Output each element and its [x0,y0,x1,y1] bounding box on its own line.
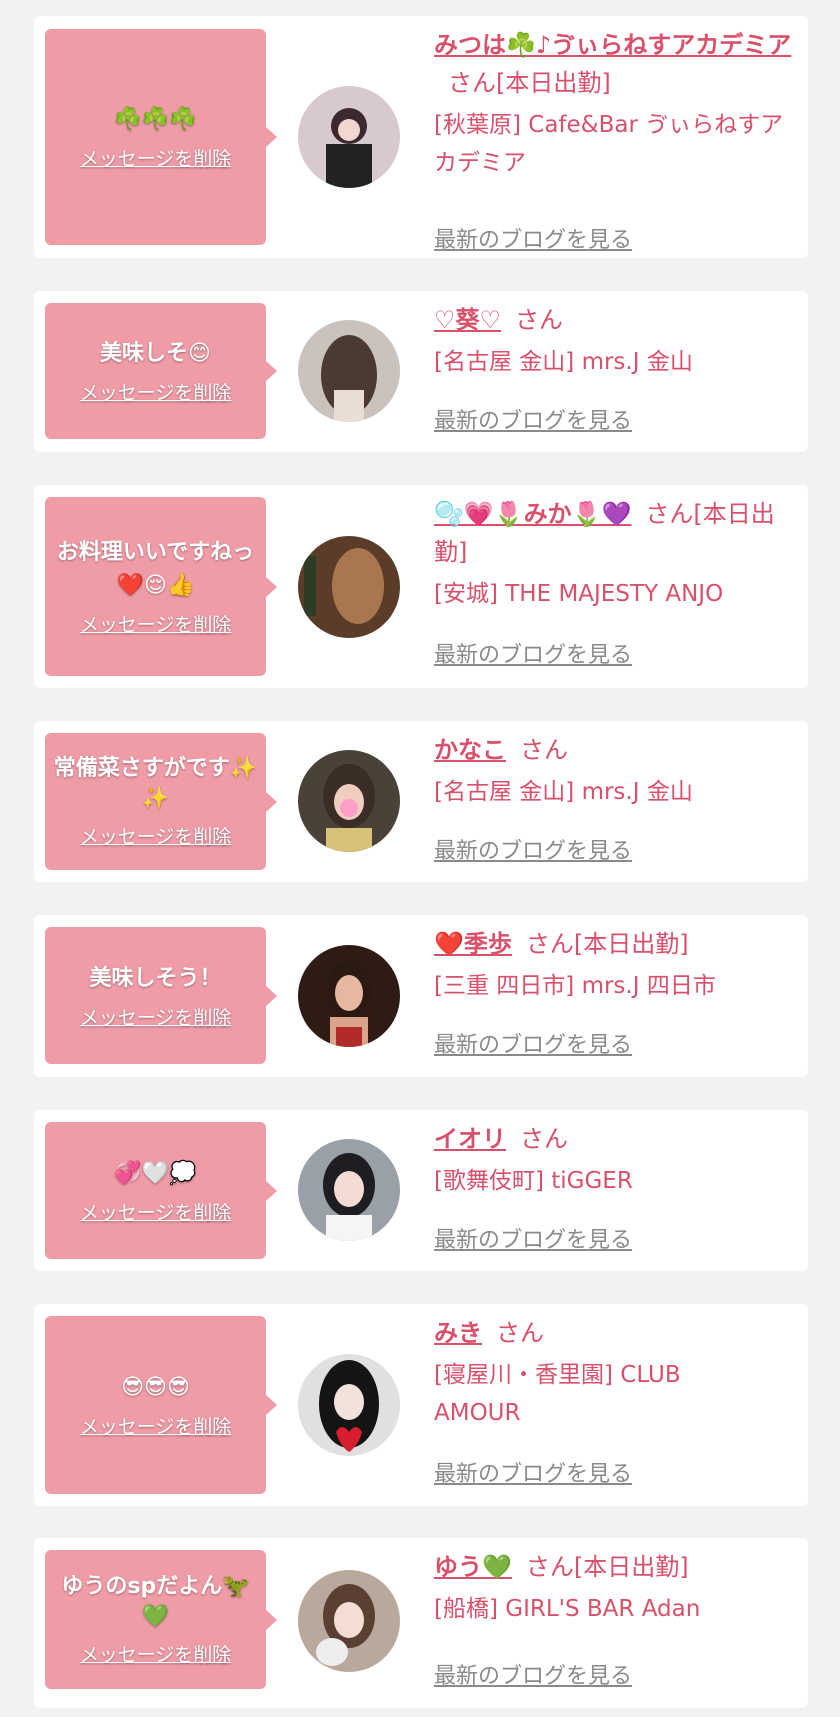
delete-message-link[interactable]: メッセージを削除 [80,610,232,637]
delete-message-link[interactable]: メッセージを削除 [80,1412,232,1439]
message-card: 常備菜さすがです✨✨ メッセージを削除 かなこ さん [名古屋 金山] mrs.J… [34,721,808,882]
cast-name-link[interactable]: みき [434,1319,482,1347]
message-card: ☘️☘️☘️ メッセージを削除 みつは☘️♪ゔぃらねすアカデミアさん[本日出勤]… [34,16,808,258]
delete-message-link[interactable]: メッセージを削除 [80,378,232,405]
blog-link[interactable]: 最新のブログを見る [434,637,632,669]
work-status: [本日出勤] [573,930,689,958]
honorific-text: さん [525,930,574,958]
work-status: [本日出勤] [573,1553,689,1581]
blog-link[interactable]: 最新のブログを見る [434,833,632,865]
cast-name-link[interactable]: ❤️季歩 [434,930,512,958]
cast-info: ゆう💚 さん[本日出勤] [船橋] GIRL'S BAR Adan 最新のブログを… [434,1548,794,1689]
message-bubble: 💞🤍💭 メッセージを削除 [45,1122,266,1259]
message-text: 美味しそう！ [89,965,222,991]
cast-name-link[interactable]: イオリ [434,1125,506,1153]
message-card: 美味しそ😊 メッセージを削除 ♡葵♡ さん [名古屋 金山] mrs.J 金山 最… [34,291,808,452]
message-card: ゆうのspだよん🦖💚 メッセージを削除 ゆう💚 さん[本日出勤] [船橋] GIR… [34,1538,808,1708]
blog-link[interactable]: 最新のブログを見る [434,1222,632,1254]
message-text: 😎😎😎 [121,1375,190,1400]
message-bubble: お料理いいですねっ❤️😌👍 メッセージを削除 [45,497,266,676]
cast-info: 🫧💗🌷みか🌷💜 さん[本日出勤] [安城] THE MAJESTY ANJO 最新… [434,495,794,668]
avatar[interactable] [298,1139,400,1241]
blog-link[interactable]: 最新のブログを見る [434,1027,632,1059]
avatar[interactable] [298,945,400,1047]
shop-text: [名古屋 金山] mrs.J 金山 [434,349,693,375]
cast-name-link[interactable]: ♡葵♡ [434,306,501,334]
cast-info: ❤️季歩 さん[本日出勤] [三重 四日市] mrs.J 四日市 最新のブログを見… [434,925,794,1058]
message-text: お料理いいですねっ❤️😌👍 [56,540,255,598]
blog-link[interactable]: 最新のブログを見る [434,1456,632,1488]
message-bubble: 常備菜さすがです✨✨ メッセージを削除 [45,733,266,870]
cast-info: みき さん [寝屋川・香里園] CLUB AMOUR 最新のブログを見る [434,1314,794,1487]
delete-message-link[interactable]: メッセージを削除 [80,1198,232,1225]
message-text: 美味しそ😊 [100,341,211,366]
cast-info: みつは☘️♪ゔぃらねすアカデミアさん[本日出勤] [秋葉原] Cafe&Bar … [434,26,794,253]
delete-message-link[interactable]: メッセージを削除 [80,144,232,171]
message-card: 美味しそう！ メッセージを削除 ❤️季歩 さん[本日出勤] [三重 四日市] mr… [34,915,808,1077]
blog-link[interactable]: 最新のブログを見る [434,1658,632,1690]
shop-text: [三重 四日市] mrs.J 四日市 [434,973,716,999]
honorific-text: さん [525,1553,574,1581]
avatar[interactable] [298,536,400,638]
message-text: ゆうのspだよん🦖💚 [61,1574,250,1629]
message-bubble: ゆうのspだよん🦖💚 メッセージを削除 [45,1550,266,1689]
cast-name-link[interactable]: 🫧💗🌷みか🌷💜 [434,500,631,528]
cast-name-link[interactable]: ゆう💚 [434,1553,512,1581]
cast-name-link[interactable]: みつは☘️♪ゔぃらねすアカデミア [434,31,791,59]
cast-info: ♡葵♡ さん [名古屋 金山] mrs.J 金山 最新のブログを見る [434,301,794,434]
shop-text: [船橋] GIRL'S BAR Adan [434,1596,701,1622]
message-text: ☘️☘️☘️ [114,107,197,132]
shop-text: [歌舞伎町] tiGGER [434,1168,633,1194]
avatar[interactable] [298,86,400,188]
cast-name-link[interactable]: かなこ [434,736,506,764]
work-status: [本日出勤] [496,69,611,97]
message-bubble: 美味しそう！ メッセージを削除 [45,927,266,1064]
avatar[interactable] [298,1570,400,1672]
message-card: お料理いいですねっ❤️😌👍 メッセージを削除 🫧💗🌷みか🌷💜 さん[本日出勤] [… [34,485,808,688]
delete-message-link[interactable]: メッセージを削除 [80,1640,232,1667]
blog-link[interactable]: 最新のブログを見る [434,403,632,435]
avatar[interactable] [298,1354,400,1456]
message-bubble: ☘️☘️☘️ メッセージを削除 [45,29,266,245]
shop-text: [名古屋 金山] mrs.J 金山 [434,779,693,805]
shop-text: [安城] THE MAJESTY ANJO [434,581,724,607]
message-bubble: 😎😎😎 メッセージを削除 [45,1316,266,1494]
cast-info: かなこ さん [名古屋 金山] mrs.J 金山 最新のブログを見る [434,731,794,864]
honorific-text: さん [496,1319,544,1347]
delete-message-link[interactable]: メッセージを削除 [80,822,232,849]
message-text: 常備菜さすがです✨✨ [53,756,258,811]
message-text: 💞🤍💭 [114,1160,197,1186]
honorific-text: さん [448,69,496,97]
message-bubble: 美味しそ😊 メッセージを削除 [45,303,266,439]
honorific-text: さん [520,736,568,764]
shop-text: [寝屋川・香里園] CLUB AMOUR [434,1362,681,1426]
honorific-text: さん [520,1125,568,1153]
avatar[interactable] [298,320,400,422]
blog-link[interactable]: 最新のブログを見る [434,222,632,254]
message-card: 😎😎😎 メッセージを削除 みき さん [寝屋川・香里園] CLUB AMOUR 最… [34,1304,808,1506]
avatar[interactable] [298,750,400,852]
honorific-text: さん [645,500,694,528]
cast-info: イオリ さん [歌舞伎町] tiGGER 最新のブログを見る [434,1120,794,1253]
shop-text: [秋葉原] Cafe&Bar ゔぃらねすアカデミア [434,112,784,176]
honorific-text: さん [515,306,564,334]
delete-message-link[interactable]: メッセージを削除 [80,1003,232,1030]
message-card: 💞🤍💭 メッセージを削除 イオリ さん [歌舞伎町] tiGGER 最新のブログを… [34,1110,808,1271]
